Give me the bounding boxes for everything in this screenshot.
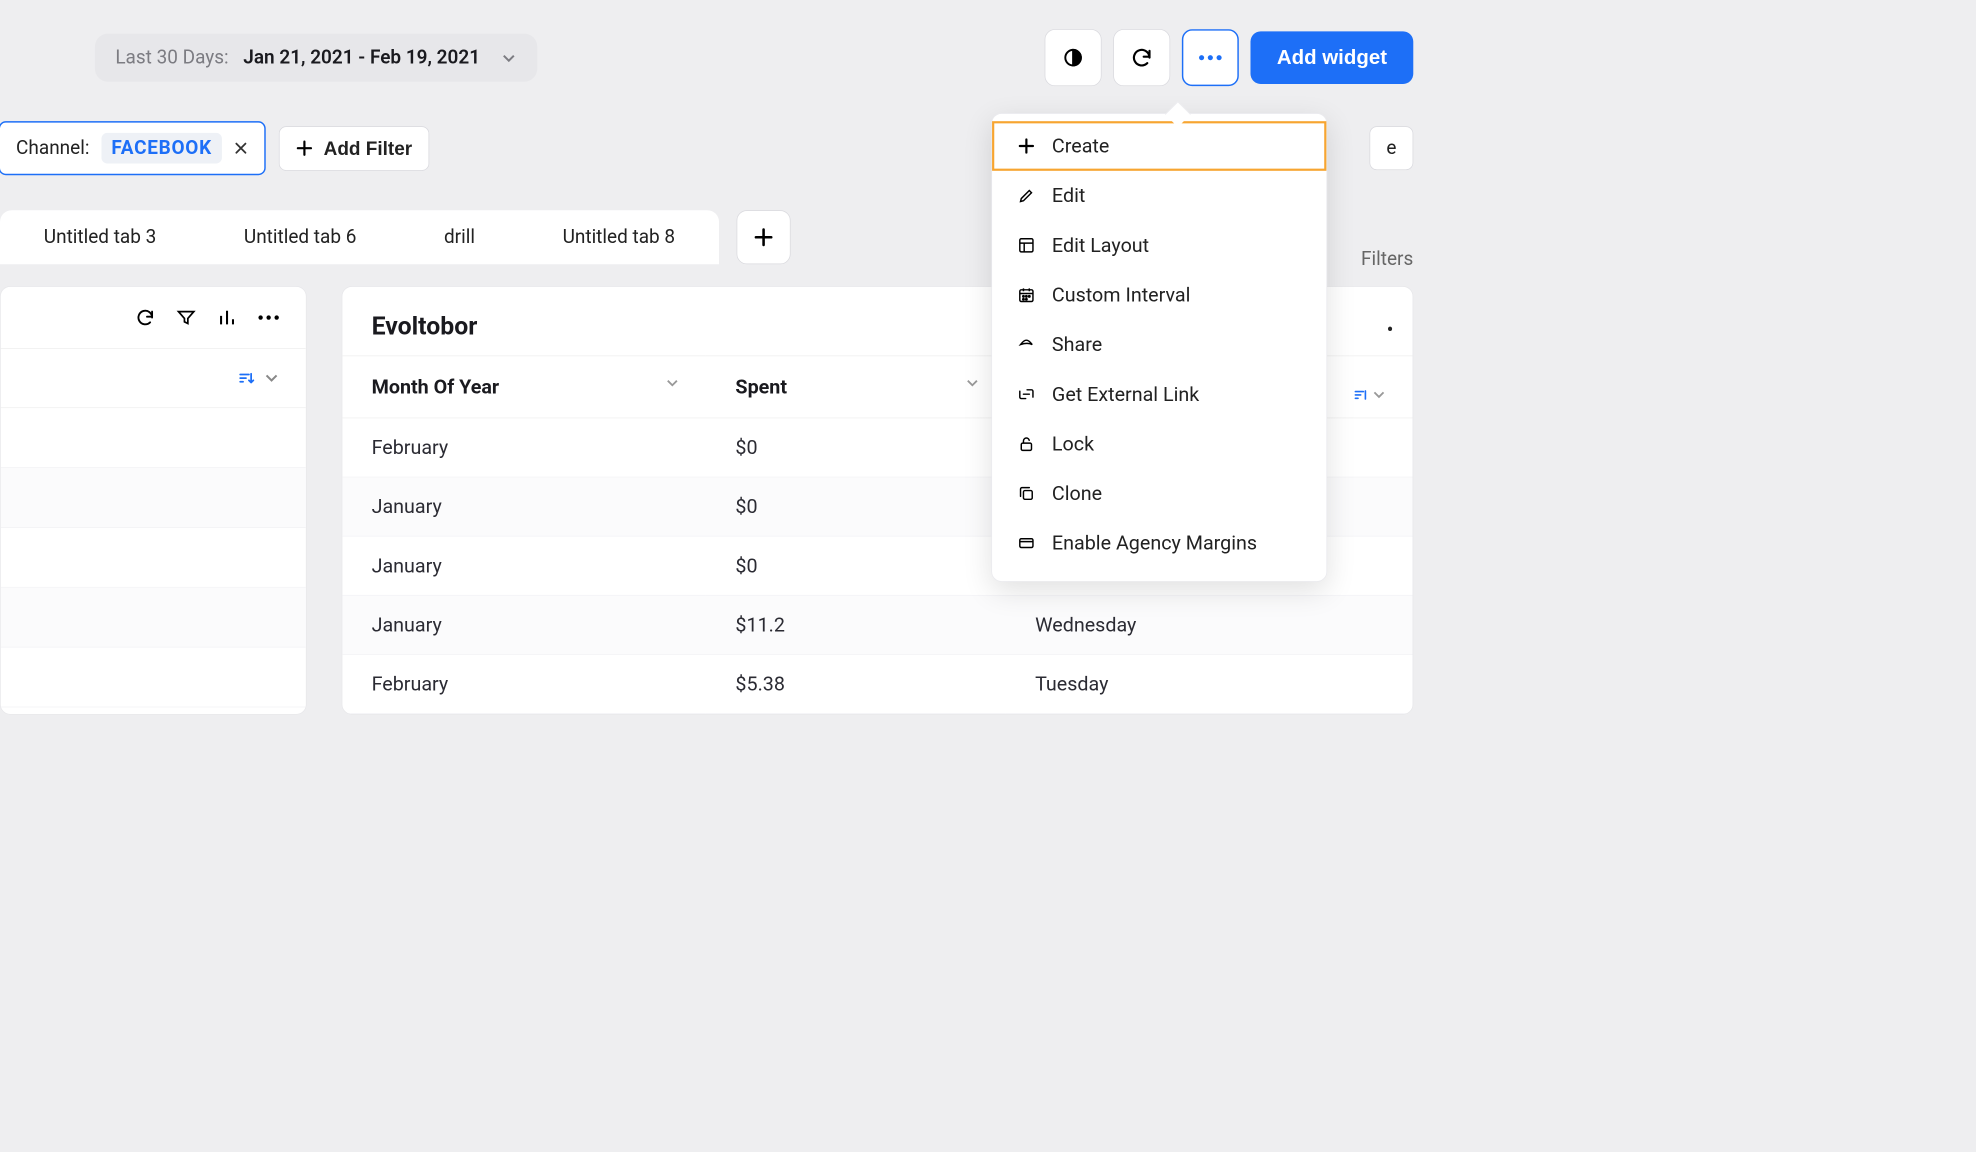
date-range-value: Jan 21, 2021 - Feb 19, 2021 xyxy=(243,47,480,69)
contrast-toggle[interactable] xyxy=(1045,29,1102,86)
menu-item-share[interactable]: Share xyxy=(992,320,1326,370)
filters-label[interactable]: Filters xyxy=(1361,248,1413,270)
side-widget xyxy=(0,286,307,715)
lock-icon xyxy=(1015,435,1037,453)
clone-icon xyxy=(1015,485,1037,503)
menu-item-lock[interactable]: Lock xyxy=(992,419,1326,469)
plus-icon xyxy=(1015,137,1037,155)
tab-drill[interactable]: drill xyxy=(400,210,519,264)
tab-untitled-3[interactable]: Untitled tab 3 xyxy=(0,210,200,264)
menu-item-custom-interval[interactable]: Custom Interval xyxy=(992,270,1326,320)
side-widget-rows xyxy=(1,407,306,707)
add-filter-button[interactable]: Add Filter xyxy=(279,126,429,171)
menu-item-enable-agency-margins[interactable]: Enable Agency Margins xyxy=(992,518,1326,568)
refresh-icon[interactable] xyxy=(135,307,155,327)
menu-item-edit[interactable]: Edit xyxy=(992,171,1326,221)
filter-chip-channel[interactable]: Channel: FACEBOOK xyxy=(0,121,266,175)
table-row[interactable]: February$5.38Tuesday xyxy=(342,654,1412,713)
remove-filter-icon[interactable] xyxy=(234,141,249,156)
chevron-down-icon xyxy=(665,375,680,390)
filter-chip-value: FACEBOOK xyxy=(101,133,222,164)
menu-item-get-external-link[interactable]: Get External Link xyxy=(992,369,1326,419)
layout-icon xyxy=(1015,237,1037,255)
bar-chart-icon[interactable] xyxy=(217,307,237,327)
cell-month: January xyxy=(342,595,706,654)
menu-item-label: Get External Link xyxy=(1052,383,1199,406)
table-row[interactable]: January$11.2Wednesday xyxy=(342,595,1412,654)
sort-control[interactable] xyxy=(1,348,306,407)
menu-item-label: Clone xyxy=(1052,482,1102,505)
cell-spent: $11.2 xyxy=(706,595,1006,654)
card-icon xyxy=(1015,534,1037,552)
contrast-icon xyxy=(1062,46,1085,69)
menu-item-edit-layout[interactable]: Edit Layout xyxy=(992,220,1326,270)
dots-horizontal-icon[interactable] xyxy=(258,314,280,321)
menu-item-label: Enable Agency Margins xyxy=(1052,531,1257,554)
cell-month: February xyxy=(342,418,706,477)
menu-item-label: Custom Interval xyxy=(1052,283,1190,306)
add-filter-label: Add Filter xyxy=(324,137,413,160)
cell-spent: $0 xyxy=(706,536,1006,595)
filter-chip-label: Channel: xyxy=(16,137,89,159)
partial-right-chip[interactable]: e xyxy=(1370,126,1414,170)
cell-extra: Wednesday xyxy=(1006,595,1413,654)
menu-item-clone[interactable]: Clone xyxy=(992,469,1326,519)
add-tab-button[interactable] xyxy=(736,210,790,264)
chevron-down-icon xyxy=(965,375,980,390)
plus-icon xyxy=(296,139,314,157)
cell-spent: $0 xyxy=(706,418,1006,477)
refresh-button[interactable] xyxy=(1113,29,1170,86)
cell-spent: $5.38 xyxy=(706,654,1006,713)
widget-more-icon[interactable]: • xyxy=(1387,318,1394,342)
refresh-icon xyxy=(1130,46,1153,69)
menu-item-label: Edit Layout xyxy=(1052,234,1149,257)
menu-item-label: Create xyxy=(1052,134,1109,157)
sort-icon xyxy=(237,369,255,387)
add-widget-button[interactable]: Add widget xyxy=(1251,31,1414,84)
share-icon xyxy=(1015,336,1037,354)
cell-month: January xyxy=(342,477,706,536)
cell-month: February xyxy=(342,654,706,713)
more-menu: Create Edit Edit Layout Custom Interval Shar… xyxy=(991,113,1327,582)
dots-horizontal-icon xyxy=(1198,54,1223,61)
calendar-icon xyxy=(1015,286,1037,304)
chevron-down-icon xyxy=(264,369,280,387)
menu-item-label: Edit xyxy=(1052,184,1085,207)
link-icon xyxy=(1015,385,1037,403)
cell-spent: $0 xyxy=(706,477,1006,536)
chevron-down-icon xyxy=(501,50,517,66)
tab-untitled-6[interactable]: Untitled tab 6 xyxy=(200,210,400,264)
tab-untitled-8[interactable]: Untitled tab 8 xyxy=(519,210,719,264)
date-range-label: Last 30 Days: xyxy=(115,47,228,69)
menu-item-create[interactable]: Create xyxy=(992,121,1326,171)
column-header-month[interactable]: Month Of Year xyxy=(342,356,706,418)
menu-item-label: Share xyxy=(1052,333,1102,356)
column-header-spent[interactable]: Spent xyxy=(706,356,1006,418)
cell-extra: Tuesday xyxy=(1006,654,1413,713)
more-menu-trigger[interactable] xyxy=(1182,29,1239,86)
chevron-down-icon xyxy=(1372,387,1387,402)
pencil-icon xyxy=(1015,187,1037,205)
menu-item-label: Lock xyxy=(1052,432,1094,455)
sort-column-icon xyxy=(1353,387,1369,403)
date-range-picker[interactable]: Last 30 Days: Jan 21, 2021 - Feb 19, 202… xyxy=(95,34,537,82)
cell-month: January xyxy=(342,536,706,595)
filter-icon[interactable] xyxy=(176,307,196,327)
plus-icon xyxy=(753,227,773,247)
